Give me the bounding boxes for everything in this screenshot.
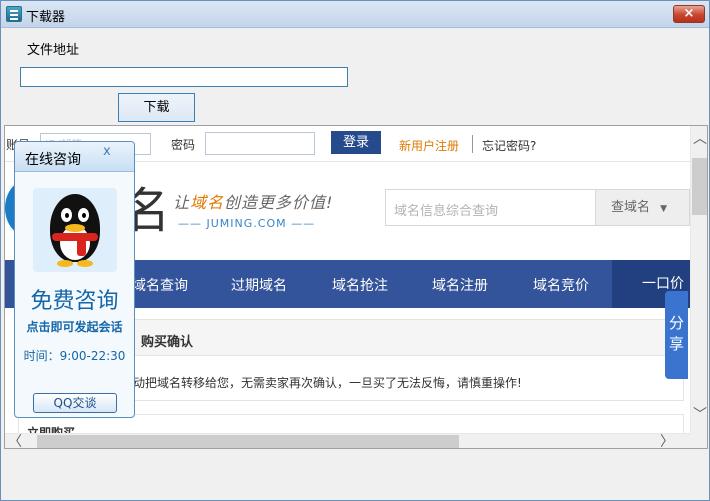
confirm-title: 购买确认 [141,335,194,350]
close-icon[interactable]: x [103,144,111,159]
share-label-1: 分 [668,314,684,332]
url-label: 文件地址 [27,43,80,58]
register-link[interactable]: 新用户注册 [399,137,459,154]
qq-penguin-icon [33,188,117,272]
divider [472,135,473,153]
nav-item-expired[interactable]: 过期域名 [231,275,287,295]
confirm-header: 购买确认 [119,320,683,356]
slogan-highlight: 域名 [190,193,225,212]
password-input[interactable] [205,132,315,155]
domain-text: —— JUMING.COM —— [178,217,316,230]
forgot-password-link[interactable]: 忘记密码? [482,137,536,154]
password-label: 密码 [171,138,196,152]
nav-item-backorder[interactable]: 域名抢注 [332,275,388,295]
domain-search-input[interactable]: 域名信息综合查询 [385,189,595,226]
downloader-window: 下载器 × 文件地址 下载 账号 ID/邮箱 密码 登录 新用户注册 忘记密码?… [0,0,710,501]
consult-header: 在线咨询 x [15,142,134,172]
url-input[interactable] [20,67,348,87]
consult-title: 在线咨询 [25,152,81,168]
nav-item-domain-query[interactable]: 域名查询 [132,275,188,295]
online-consult-popup: 在线咨询 x 免费咨询 点击即可发起会话 时间：9:00-22:30 QQ交谈 [14,141,135,418]
confirm-text: 动把域名转移给您，无需卖家再次确认，一旦买了无法反悔，请慎重操作! [133,376,522,390]
horizontal-scroll-thumb[interactable] [37,435,459,448]
scroll-corner [690,433,707,448]
vertical-scrollbar[interactable]: ︿ ﹀ [690,126,707,433]
scroll-down-icon[interactable]: ﹀ [693,408,707,422]
domain-search-button[interactable]: 查域名 ▼ [595,189,690,226]
service-hours: 时间：9:00-22:30 [23,349,126,363]
start-chat-text: 点击即可发起会话 [26,320,123,334]
vertical-scroll-thumb[interactable] [692,158,707,215]
nav-item-register[interactable]: 域名注册 [432,275,488,295]
nav-item-auction[interactable]: 域名竞价 [533,275,589,295]
slogan-prefix: 让 [173,193,191,212]
slogan-suffix: 创造更多价值! [224,193,334,212]
slogan: 让域名创造更多价值! [173,189,333,213]
scroll-up-icon[interactable]: ︿ [693,132,707,146]
horizontal-scrollbar[interactable]: 〈 〉 [5,433,690,448]
share-button[interactable]: 分 享 [665,291,688,379]
login-button[interactable]: 登录 [331,131,381,154]
share-label-2: 享 [668,335,684,353]
scroll-right-icon[interactable]: 〉 [660,435,674,448]
close-button[interactable]: × [673,5,705,23]
app-icon [6,6,22,22]
scroll-left-icon[interactable]: 〈 [8,435,22,448]
qq-chat-button[interactable]: QQ交谈 [33,393,117,413]
purchase-confirm-panel: 购买确认 动把域名转移给您，无需卖家再次确认，一旦买了无法反悔，请慎重操作! [118,319,684,401]
buy-now-title: 立即购买 [27,426,76,433]
domain-search-label: 查域名 [611,200,651,215]
title-bar: 下载器 × [1,1,709,28]
window-title: 下载器 [26,10,66,25]
free-consult-text: 免费咨询 [30,289,119,314]
chevron-down-icon: ▼ [660,204,668,214]
download-button[interactable]: 下载 [118,93,195,122]
